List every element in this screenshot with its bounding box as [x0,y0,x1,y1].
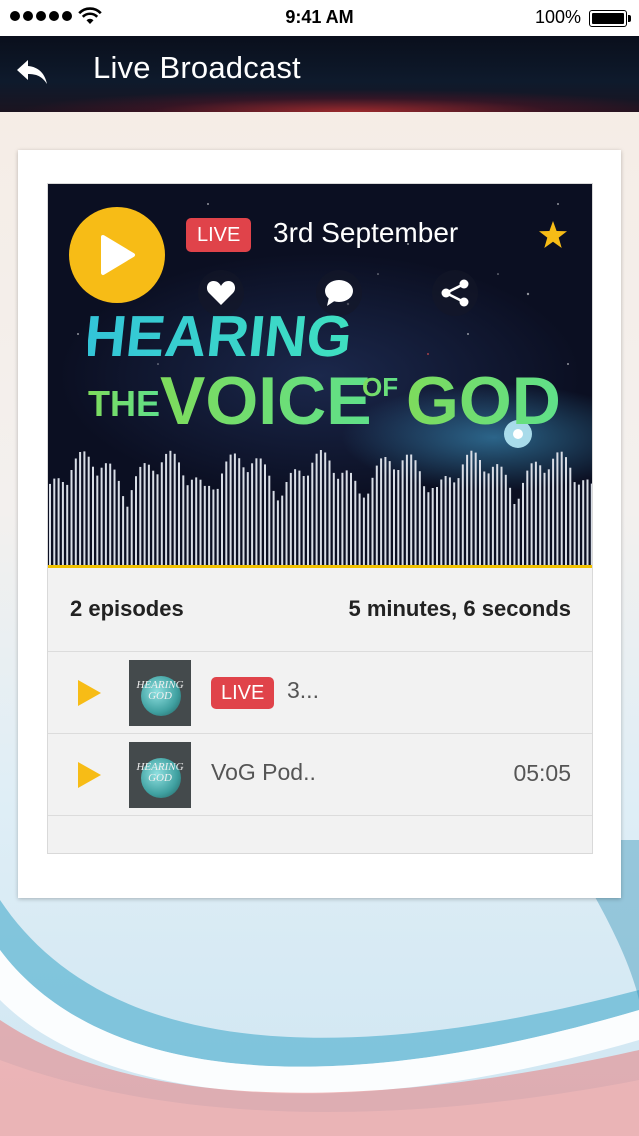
battery-percent: 100% [534,7,581,27]
play-icon [101,235,135,275]
episode-count: 2 episodes [70,596,184,621]
nav-header: Live Broadcast [0,36,639,112]
episode-thumbnail: HEARING GOD [129,660,191,726]
play-icon[interactable] [76,761,102,789]
page-title: Live Broadcast [93,50,301,85]
episode-summary: 2 episodes 5 minutes, 6 seconds [48,568,592,652]
star-icon[interactable] [538,220,568,250]
episode-title: 3... [287,677,319,703]
broadcast-date: 3rd September [273,217,459,248]
play-icon[interactable] [76,679,102,707]
thumbnail-text: HEARING GOD [136,679,184,702]
episode-duration: 05:05 [513,760,571,786]
back-arrow-icon[interactable] [14,54,50,90]
battery-icon [589,10,631,27]
broadcast-card: HEARING THE VOICE OF GOD LIVE 3rd Septem… [18,150,621,898]
episode-row[interactable]: HEARING GOD LIVE 3... [48,652,592,734]
heart-icon [206,281,236,305]
player-panel: HEARING THE VOICE OF GOD LIVE 3rd Septem… [47,183,593,854]
hero-artwork: HEARING THE VOICE OF GOD LIVE 3rd Septem… [48,184,592,568]
live-badge: LIVE [211,677,275,709]
comment-button[interactable] [316,270,362,316]
live-badge: LIVE [186,218,252,252]
episode-row[interactable]: HEARING GOD VoG Pod.. 05:05 [48,734,592,816]
audio-waveform [49,450,592,565]
play-button[interactable] [69,207,165,303]
comment-icon [325,280,353,306]
episode-title: VoG Pod.. [211,759,316,785]
like-button[interactable] [198,270,244,316]
total-duration: 5 minutes, 6 seconds [348,596,571,621]
share-icon [441,279,469,307]
title-art-of: OF [362,372,398,402]
thumbnail-text: HEARING GOD [136,761,184,784]
share-button[interactable] [432,270,478,316]
episode-thumbnail: HEARING GOD [129,742,191,808]
status-bar: 9:41 AM 100% [0,0,639,36]
